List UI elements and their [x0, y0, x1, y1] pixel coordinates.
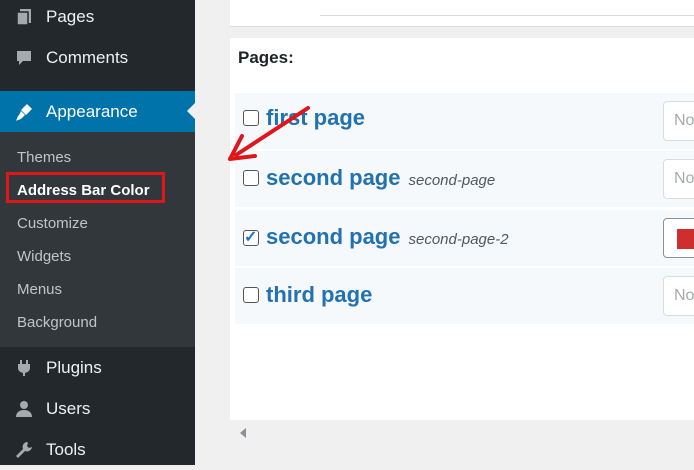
appearance-submenu: Themes Address Bar Color Customize Widge… [0, 132, 195, 347]
submenu-themes[interactable]: Themes [17, 149, 71, 166]
top-panel [230, 0, 694, 27]
page-checkbox[interactable] [243, 170, 259, 186]
page-title-text: second page [266, 165, 401, 190]
page-title-link[interactable]: second page second-page [266, 165, 495, 191]
current-menu-arrow [187, 103, 195, 119]
menu-item-comments[interactable]: Comments [0, 38, 195, 78]
submenu-widgets[interactable]: Widgets [17, 248, 71, 265]
pages-heading: Pages: [238, 48, 294, 67]
scroll-left-icon[interactable] [240, 428, 246, 438]
page-title-text: third page [266, 282, 373, 307]
submenu-background[interactable]: Background [17, 314, 97, 331]
admin-sidebar: Pages Comments Appearance Themes Address… [0, 0, 195, 465]
menu-label: Comments [46, 48, 129, 67]
pages-icon [14, 7, 34, 27]
plugins-icon [14, 358, 34, 378]
page-title-text: second page [266, 224, 401, 249]
divider [320, 15, 694, 16]
menu-item-users[interactable]: Users [0, 389, 195, 429]
menu-label: Users [46, 399, 91, 418]
highlight-box [6, 172, 165, 203]
tools-icon [14, 440, 34, 460]
page-slug: second-page-2 [408, 231, 509, 248]
color-field[interactable]: No [663, 276, 694, 316]
menu-label: Pages [46, 7, 95, 26]
page-title-link[interactable]: second page second-page-2 [266, 224, 509, 250]
horizontal-scrollbar[interactable] [240, 426, 694, 440]
pages-panel: Pages: first page No second page second-p… [230, 38, 694, 420]
color-field-value: No [674, 170, 694, 187]
color-field-value: No [674, 112, 694, 129]
menu-item-appearance[interactable]: Appearance [0, 91, 195, 132]
submenu-customize[interactable]: Customize [17, 215, 88, 232]
page-checkbox[interactable] [243, 227, 259, 247]
scroll-track[interactable] [252, 426, 694, 440]
menu-item-pages[interactable]: Pages [0, 0, 195, 37]
submenu-menus[interactable]: Menus [17, 281, 62, 298]
menu-label: Plugins [46, 358, 102, 377]
appearance-icon [14, 102, 34, 122]
menu-item-tools[interactable]: Tools [0, 430, 195, 470]
page-row: second page second-page-2 [235, 210, 694, 266]
page-row: third page No [235, 268, 694, 324]
page-title-link[interactable]: third page [266, 282, 372, 308]
menu-item-plugins[interactable]: Plugins [0, 348, 195, 388]
page-slug: second-page [408, 172, 496, 189]
color-field-value: No [674, 287, 694, 304]
page-checkbox[interactable] [243, 287, 259, 303]
color-field[interactable]: No [663, 159, 694, 199]
annotation-arrow-icon [228, 106, 310, 161]
menu-label: Appearance [46, 101, 138, 121]
color-picker[interactable] [663, 218, 694, 258]
color-swatch [677, 229, 694, 249]
comments-icon [14, 48, 34, 68]
color-field[interactable]: No [663, 101, 694, 141]
users-icon [14, 399, 34, 419]
menu-label: Tools [46, 440, 86, 459]
